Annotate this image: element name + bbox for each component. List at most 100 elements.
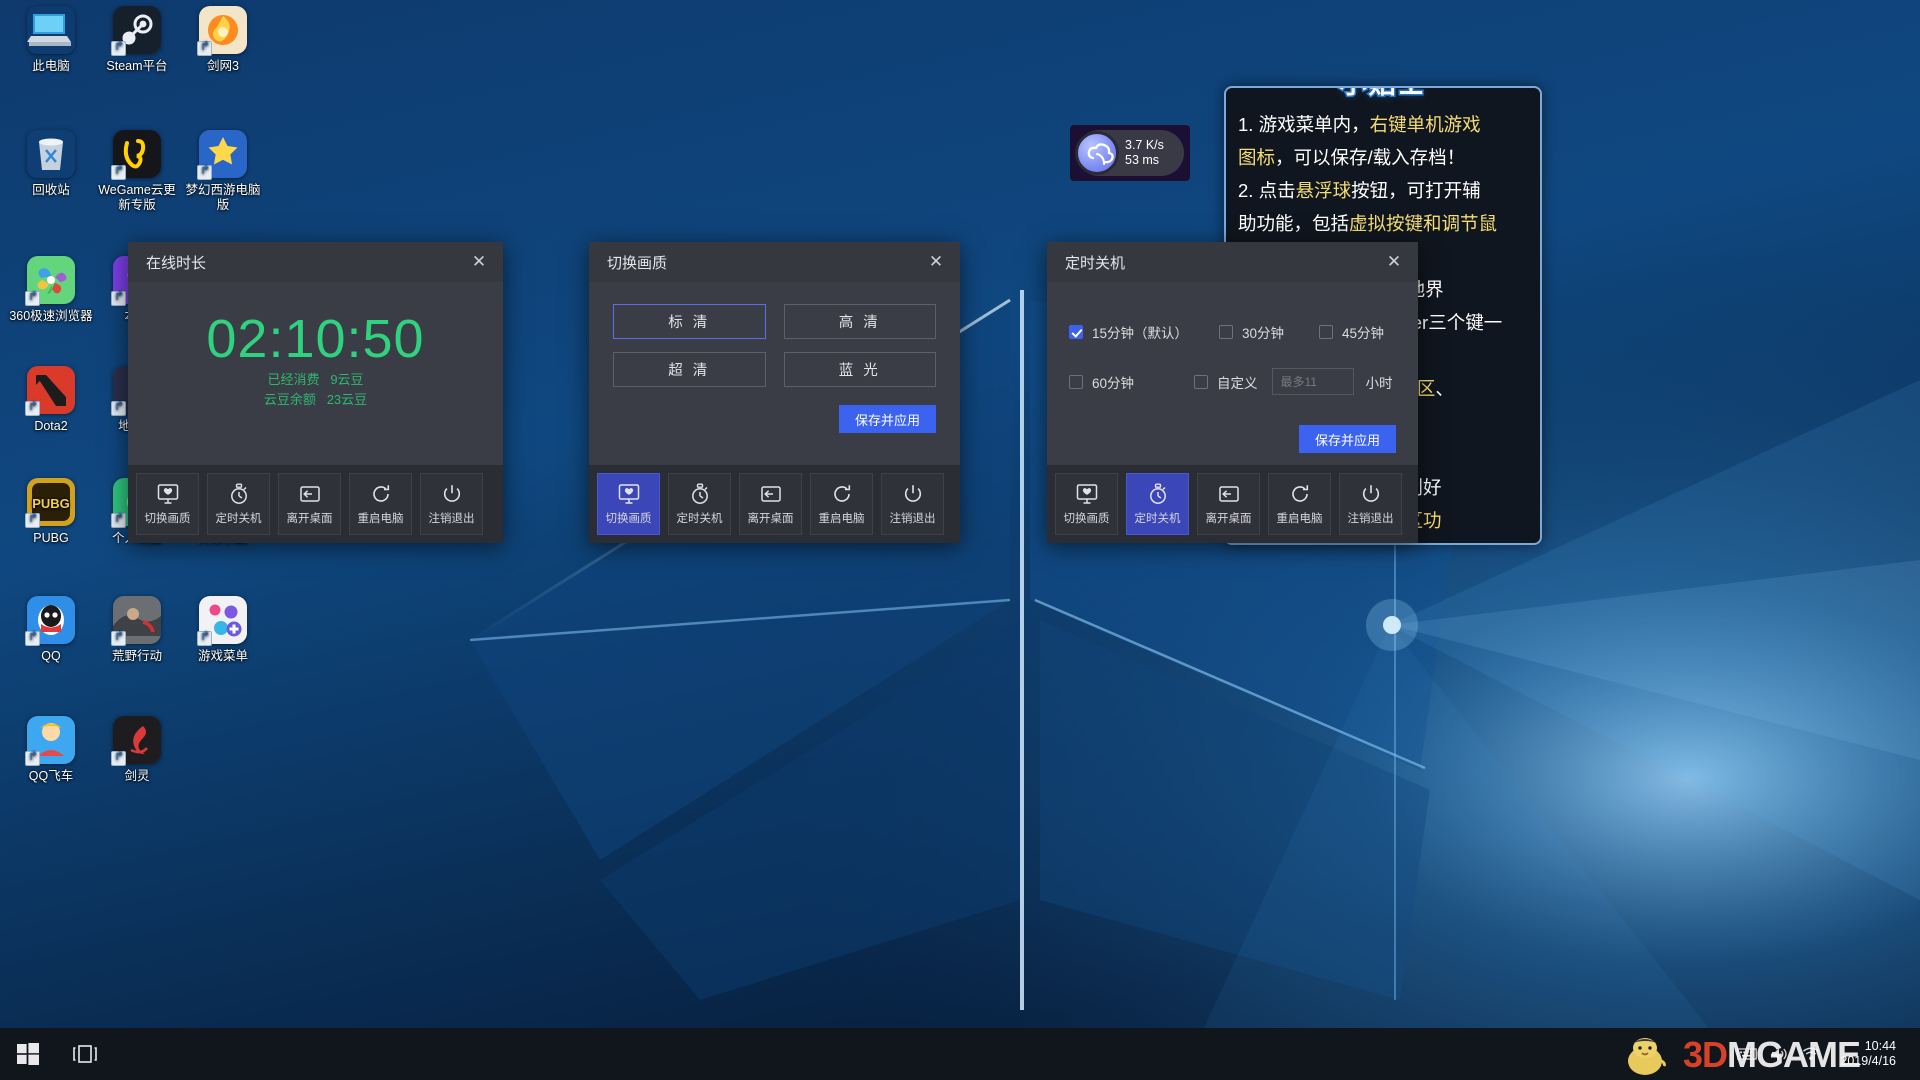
qq-icon [27,596,75,644]
cloud-orb-icon[interactable] [1075,131,1119,175]
checkbox-15min[interactable] [1069,325,1083,339]
footer-button-定时关机[interactable]: 定时关机 [668,473,731,535]
footer-button-离开桌面[interactable]: 离开桌面 [1197,473,1260,535]
shortcut-overlay-icon [111,165,126,180]
close-icon[interactable]: ✕ [468,251,490,273]
desktop-icon-browser360[interactable]: 360极速浏览器 [8,256,94,324]
shutdown-option-15[interactable]: 15分钟（默认） [1069,322,1219,342]
taskbar-clock[interactable]: 10:44 2019/4/16 [1832,1039,1910,1069]
shutdown-option-45[interactable]: 45分钟 [1319,322,1384,342]
exit-icon [299,483,321,505]
this-pc-icon [27,6,75,54]
shortcut-overlay-icon [111,291,126,306]
desktop-icon-qq[interactable]: QQ [8,596,94,664]
shortcut-overlay-icon [111,631,126,646]
footer-button-重启电脑[interactable]: 重启电脑 [349,473,412,535]
balance-row: 云豆余额 23云豆 [128,390,503,410]
network-latency: 53 ms [1125,153,1164,168]
footer-button-label: 重启电脑 [819,510,865,526]
checkbox-45min[interactable] [1319,325,1333,339]
shutdown-option-60[interactable]: 60分钟 [1069,372,1194,392]
tips-line: 1. 游戏菜单内，右键单机游戏 [1238,108,1528,141]
label-30min: 30分钟 [1242,322,1284,342]
footer-button-label: 离开桌面 [287,510,333,526]
footer-button-label: 离开桌面 [1206,510,1252,526]
float-ball-pill[interactable]: 3.7 K/s 53 ms [1076,130,1184,176]
desktop-icon-wegame[interactable]: WeGame云更新专版 [94,130,180,213]
shortcut-overlay-icon [197,631,212,646]
float-ball-widget[interactable]: 3.7 K/s 53 ms [1070,125,1190,181]
tips-text: 按钮，可打开辅 [1351,180,1481,201]
shutdown-option-custom[interactable]: 自定义 [1194,372,1258,392]
start-button[interactable] [0,1028,56,1080]
keyboard-icon[interactable] [1736,1043,1758,1065]
footer-button-离开桌面[interactable]: 离开桌面 [278,473,341,535]
desktop-icon-dota2[interactable]: Dota2 [8,366,94,434]
shutdown-option-30[interactable]: 30分钟 [1219,322,1319,342]
checkbox-custom[interactable] [1194,375,1208,389]
shutdown-save-button[interactable]: 保存并应用 [1299,425,1396,453]
tips-line: 图标，可以保存/载入存档！ [1238,141,1528,174]
network-icon[interactable] [1800,1043,1822,1065]
shortcut-overlay-icon [25,401,40,416]
footer-button-重启电脑[interactable]: 重启电脑 [810,473,873,535]
custom-hours-input[interactable] [1272,368,1354,395]
footer-button-离开桌面[interactable]: 离开桌面 [739,473,802,535]
browser360-icon [27,256,75,304]
shortcut-overlay-icon [25,513,40,528]
footer-button-切换画质[interactable]: 切换画质 [136,473,199,535]
desktop-icon-this-pc[interactable]: 此电脑 [8,6,94,74]
footer-button-label: 定时关机 [677,510,723,526]
task-view-button[interactable] [56,1028,114,1080]
checkbox-60min[interactable] [1069,375,1083,389]
power-icon [1360,483,1382,505]
volume-icon[interactable] [1768,1043,1790,1065]
timed-shutdown-dialog: 定时关机 ✕ 15分钟（默认） 30分钟 45分钟 60分钟 [1047,242,1418,543]
tips-line: 助功能，包括虚拟按键和调节鼠 [1238,207,1528,240]
wegame-icon [113,130,161,178]
desktop-icon-blade-soul[interactable]: 剑灵 [94,716,180,784]
online-dialog-footer: 切换画质定时关机离开桌面重启电脑注销退出 [128,465,503,543]
quality-icon [618,483,640,505]
footer-button-切换画质[interactable]: 切换画质 [597,473,660,535]
desktop-icon-game-menu[interactable]: 游戏菜单 [180,596,266,664]
online-dialog-titlebar: 在线时长 ✕ [128,242,503,282]
close-icon[interactable]: ✕ [925,251,947,273]
timer-icon [689,483,711,505]
desktop-icon-menghuan[interactable]: 梦幻西游电脑版 [180,130,266,213]
footer-button-定时关机[interactable]: 定时关机 [1126,473,1189,535]
exit-icon [1218,483,1240,505]
desktop-icon-steam[interactable]: Steam平台 [94,6,180,74]
desktop-icon-label: QQ [8,649,94,664]
footer-button-重启电脑[interactable]: 重启电脑 [1268,473,1331,535]
footer-button-注销退出[interactable]: 注销退出 [420,473,483,535]
quality-option-0[interactable]: 标 清 [613,304,766,339]
footer-button-切换画质[interactable]: 切换画质 [1055,473,1118,535]
quality-option-2[interactable]: 超 清 [613,352,766,387]
timer-icon [1147,483,1169,505]
desktop-icon-knives-out[interactable]: 荒野行动 [94,596,180,664]
quality-option-1[interactable]: 高 清 [784,304,937,339]
quality-save-button[interactable]: 保存并应用 [839,405,936,433]
tips-highlight: 右键单机游戏 [1370,114,1481,135]
footer-button-定时关机[interactable]: 定时关机 [207,473,270,535]
footer-button-注销退出[interactable]: 注销退出 [1339,473,1402,535]
timer-icon [228,483,250,505]
svg-text:PUBG: PUBG [32,496,70,511]
shortcut-overlay-icon [111,41,126,56]
footer-button-label: 定时关机 [1135,510,1181,526]
desktop-icon-label: 回收站 [8,183,94,198]
menghuan-icon [199,130,247,178]
desktop-icon-jx3[interactable]: 剑网3 [180,6,266,74]
quality-dialog-titlebar: 切换画质 ✕ [589,242,960,282]
close-icon[interactable]: ✕ [1383,251,1405,273]
windows-logo-icon [17,1043,39,1065]
checkbox-30min[interactable] [1219,325,1233,339]
desktop-icon-qq-speed[interactable]: QQ飞车 [8,716,94,784]
desktop-icon-recycle-bin[interactable]: 回收站 [8,130,94,198]
quality-option-3[interactable]: 蓝 光 [784,352,937,387]
desktop-icon-pubg[interactable]: PUBGPUBG [8,478,94,546]
footer-button-注销退出[interactable]: 注销退出 [881,473,944,535]
shortcut-overlay-icon [197,165,212,180]
tips-line: 2. 点击悬浮球按钮，可打开辅 [1238,174,1528,207]
